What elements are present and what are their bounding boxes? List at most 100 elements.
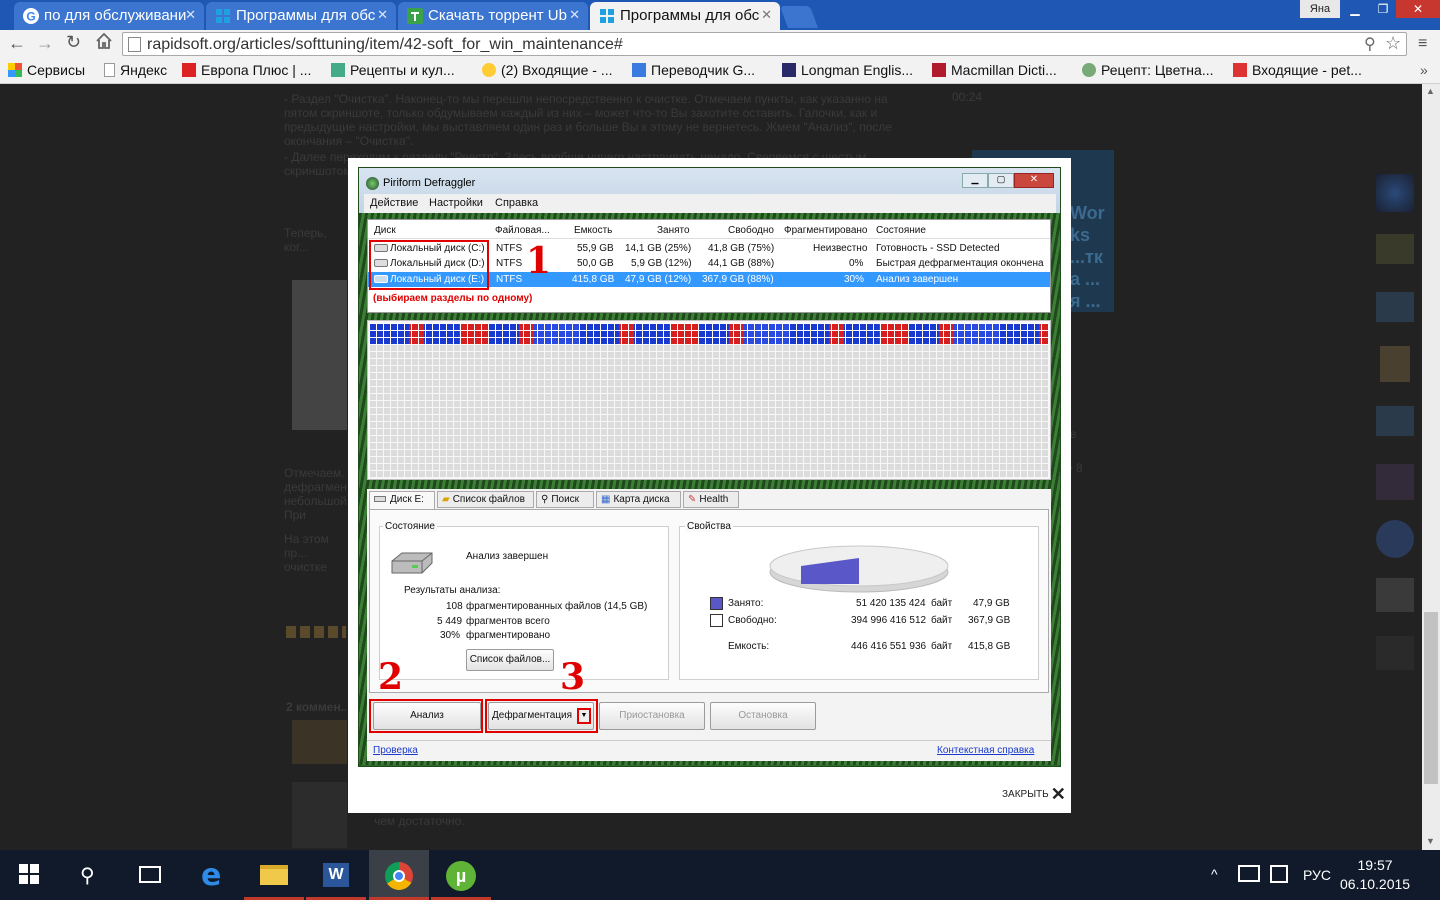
url-text[interactable]: rapidsoft.org/articles/softtuning/item/4… [147,36,623,54]
check-link[interactable]: Проверка [373,745,418,756]
edge-taskbar-button[interactable]: e [184,850,244,900]
clock[interactable]: 19:57 06.10.2015 [1340,856,1410,894]
share-icons[interactable] [286,626,346,638]
menu-settings[interactable]: Настройки [429,197,483,209]
tools-icon[interactable] [1376,234,1414,264]
bookmark[interactable]: Рецепты и кул... [331,62,455,78]
stop-button[interactable]: Остановка [710,702,816,730]
tab-drive[interactable]: Диск E: [369,491,435,510]
forward-icon[interactable]: → [36,33,54,54]
reload-icon[interactable]: ↻ [66,32,81,53]
bookmark[interactable]: Рецепт: Цветна... [1082,62,1214,78]
close-tab-icon[interactable]: ✕ [761,7,772,23]
result-label: фрагментов всего [466,616,550,627]
back-icon[interactable]: ← [8,33,26,54]
article-screenshot-thumb[interactable] [292,280,347,430]
bookmark[interactable]: (2) Входящие - ... [482,62,613,78]
tab-disk-map[interactable]: ▦ Карта диска [596,491,681,508]
scroll-down-icon[interactable]: ▼ [1426,836,1435,846]
monitor-icon[interactable] [1376,292,1414,322]
new-tab-button[interactable] [779,6,819,28]
task-view-icon[interactable] [139,866,161,883]
tab-file-list[interactable]: ▰ Список файлов [437,491,534,508]
minimize-icon[interactable]: ▁ [1340,0,1370,18]
sidebar-time: 00:24 [952,90,983,104]
col-filesystem[interactable]: Файловая... [495,225,550,236]
browser-tab[interactable]: Скачать торрент Ub ✕ [398,2,588,30]
more-bookmarks-icon[interactable]: » [1420,62,1428,78]
col-disk[interactable]: Диск [374,225,396,236]
translate-icon [632,63,646,77]
file-list-button[interactable]: Список файлов... [466,649,554,671]
notification-icon[interactable] [1270,865,1288,883]
network-icon[interactable] [1376,406,1414,436]
close-tab-icon[interactable]: ✕ [569,7,580,23]
pause-button[interactable]: Приостановка [599,702,705,730]
cluster-map-free [369,344,1049,478]
result-value: 5 449 [437,616,463,627]
restore-icon[interactable]: ❐ [1368,0,1398,18]
windows-icon [599,8,615,24]
word-taskbar-button[interactable]: W [306,850,366,900]
cluster-map[interactable] [367,320,1051,480]
syringe-icon[interactable] [1376,636,1414,670]
explorer-taskbar-button[interactable] [244,850,304,900]
context-help-link[interactable]: Контекстная справка [937,745,1034,756]
col-capacity[interactable]: Емкость [574,225,612,236]
lock-icon[interactable] [1380,346,1410,382]
col-used[interactable]: Занято [657,225,690,236]
start-icon[interactable] [19,864,39,884]
close-tab-icon[interactable]: ✕ [377,7,388,23]
svg-text:G: G [26,10,35,24]
col-state[interactable]: Состояние [876,225,926,236]
utorrent-taskbar-button[interactable]: µ [431,850,491,900]
close-lightbox-button[interactable]: ЗАКРЫТЬ ✕ [1002,784,1066,805]
browser-tab[interactable]: Программы для обс ✕ [206,2,396,30]
bookmark[interactable]: Европа Плюс | ... [182,62,311,78]
address-bar[interactable]: rapidsoft.org/articles/softtuning/item/4… [122,32,1407,56]
tab-search[interactable]: ⚲ Поиск [536,491,594,508]
scrollbar-thumb[interactable] [1424,612,1438,784]
maximize-icon[interactable]: ▢ [988,173,1014,188]
menu-help[interactable]: Справка [495,197,538,209]
col-fragmented[interactable]: Фрагментировано [784,225,867,236]
search-icon[interactable]: ⚲ [1364,34,1376,54]
star-icon[interactable]: ☆ [1385,33,1401,54]
windows-logo-icon[interactable] [1376,174,1414,212]
network-tray-icon[interactable] [1238,865,1260,882]
browser-tab-active[interactable]: Программы для обс ✕ [590,2,780,30]
chrome-taskbar-button[interactable] [369,850,429,900]
annotation-box-analyze [369,699,483,733]
tab-health[interactable]: ✎ Health [683,491,739,508]
page-icon [128,37,141,52]
bookmark[interactable]: Входящие - pet... [1233,62,1362,78]
menu-action[interactable]: Действие [370,197,418,209]
close-window-icon[interactable]: ✕ [1396,0,1440,18]
home-icon[interactable] [95,32,113,50]
tray-chevron-icon[interactable]: ^ [1211,866,1218,882]
close-window-icon[interactable]: ✕ [1014,173,1054,188]
profile-badge[interactable]: Яна [1300,0,1340,18]
clock-time: 19:57 [1357,857,1393,873]
bookmark[interactable]: Macmillan Dicti... [932,62,1057,78]
bookmark[interactable]: Яндекс [104,62,167,78]
close-tab-icon[interactable]: ✕ [185,7,196,23]
globe-icon[interactable] [1376,520,1414,558]
bookmark[interactable]: Переводчик G... [632,62,755,78]
language-indicator[interactable]: РУС [1303,867,1331,883]
col-free[interactable]: Свободно [728,225,774,236]
capacity-label: Емкость: [728,641,770,652]
page-icon [104,63,115,77]
utorrent-icon: µ [446,861,476,891]
menu-icon[interactable]: ≡ [1418,35,1427,53]
media-icon[interactable] [1376,464,1414,500]
annotation-number-1: 1 [526,240,552,282]
browser-tab[interactable]: G по для обслуживани ✕ [14,2,204,30]
printer-icon[interactable] [1376,578,1414,612]
scroll-up-icon[interactable]: ▲ [1426,86,1435,96]
search-icon[interactable]: ⚲ [80,863,95,888]
status-heading: Состояние [383,521,437,532]
bookmark[interactable]: Longman Englis... [782,62,913,78]
bookmark-services[interactable]: Сервисы [8,62,85,78]
minimize-icon[interactable]: ▁ [962,173,988,188]
